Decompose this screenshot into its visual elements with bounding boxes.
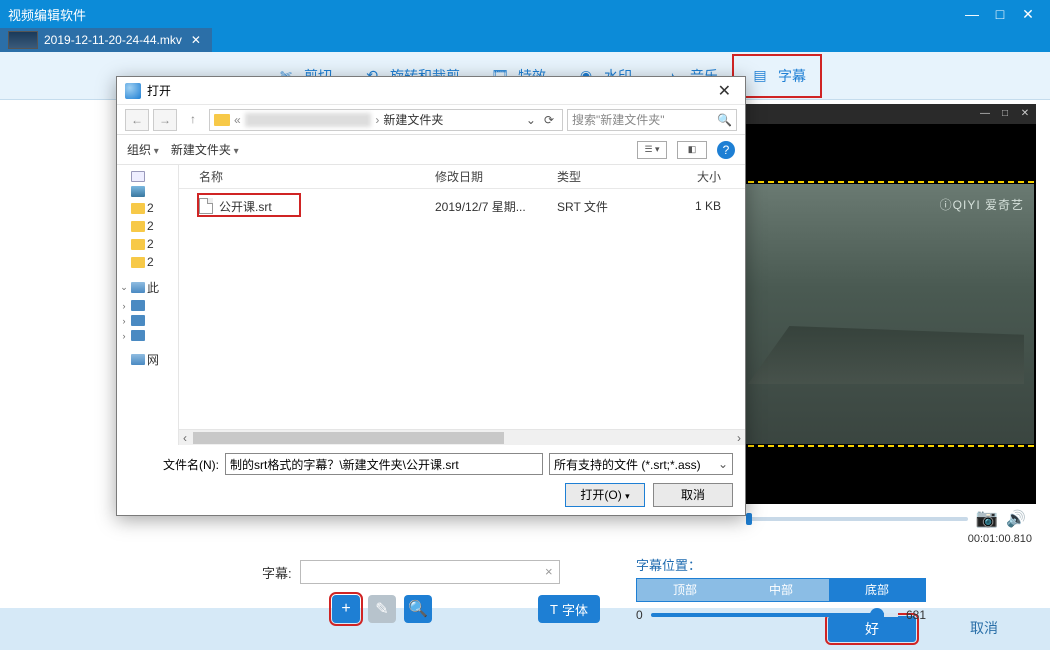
preview-video[interactable]: ⓘQIYI 爱奇艺 xyxy=(736,124,1036,504)
search-input[interactable]: 搜索"新建文件夹" 🔍 xyxy=(567,109,737,131)
cancel-button[interactable]: 取消 xyxy=(940,616,1028,642)
filename-field[interactable] xyxy=(225,453,543,475)
dialog-close-icon[interactable]: ✕ xyxy=(712,81,737,101)
subtitle-buttons: + ✎ 🔍 T字体 xyxy=(332,595,600,623)
position-segment: 顶部 中部 底部 xyxy=(636,578,926,602)
position-panel: 字幕位置： 顶部 中部 底部 0 681 xyxy=(636,555,926,622)
crumb-blurred[interactable]: 2████████ xyxy=(245,113,372,127)
slider-max: 681 xyxy=(906,608,926,622)
dialog-open-button[interactable]: 打开(O) ▾ xyxy=(565,483,645,507)
dialog-toolbar: 组织 新建文件夹 ☰ ▾ ◧ ? xyxy=(117,135,745,165)
list-item[interactable]: 公开课.srt 2019/12/7 星期... SRT 文件 1 KB xyxy=(199,195,745,217)
nav-back-icon[interactable]: ← xyxy=(125,109,149,131)
position-bot[interactable]: 底部 xyxy=(829,579,925,601)
horizontal-scrollbar[interactable]: ‹ › xyxy=(179,429,745,445)
file-tab[interactable]: 2019-12-11-20-24-44.mkv ✕ xyxy=(0,28,212,52)
close-tab-icon[interactable]: ✕ xyxy=(188,33,204,47)
video-watermark: ⓘQIYI 爱奇艺 xyxy=(940,196,1024,213)
dialog-body: 2 2 2 2 ⌄此 › › › 网 名称 修改日期 类型 大小 公开课.srt xyxy=(117,165,745,445)
minimize-button[interactable]: — xyxy=(958,6,986,22)
close-button[interactable]: ✕ xyxy=(1014,6,1042,23)
organize-menu[interactable]: 组织 xyxy=(127,141,159,158)
file-list-area: 名称 修改日期 类型 大小 公开课.srt 2019/12/7 星期... SR… xyxy=(179,165,745,445)
new-folder-button[interactable]: 新建文件夹 xyxy=(171,141,239,158)
filename-label: 文件名(N): xyxy=(129,456,219,473)
slider-min: 0 xyxy=(636,608,643,622)
camera-icon[interactable]: 📷 xyxy=(976,508,998,529)
position-top[interactable]: 顶部 xyxy=(637,579,733,601)
subtitle-input-row: 字幕: × xyxy=(262,560,560,584)
app-title: 视频编辑软件 xyxy=(8,5,86,24)
file-thumb xyxy=(8,31,38,49)
clear-icon[interactable]: × xyxy=(545,564,553,579)
preview-window-controls: — □ ✕ xyxy=(736,104,1036,124)
preview-pane: — □ ✕ ⓘQIYI 爱奇艺 📷 🔊 00:01:00.810 xyxy=(736,104,1036,545)
maximize-button[interactable]: □ xyxy=(986,6,1014,22)
subtitle-input[interactable]: × xyxy=(300,560,560,584)
dialog-nav: ← → ↑ « 2████████ › 新建文件夹 ⌄ ⟳ 搜索"新建文件夹" … xyxy=(117,105,745,135)
add-subtitle-button[interactable]: + xyxy=(332,595,360,623)
crumb-current[interactable]: 新建文件夹 xyxy=(383,111,443,128)
col-size[interactable]: 大小 xyxy=(665,168,721,185)
titlebar: 视频编辑软件 — □ ✕ xyxy=(0,0,1050,28)
col-type[interactable]: 类型 xyxy=(557,168,665,185)
folder-icon xyxy=(214,114,230,126)
nav-up-icon[interactable]: ↑ xyxy=(181,109,205,131)
subtitle-label: 字幕: xyxy=(262,563,292,582)
col-date[interactable]: 修改日期 xyxy=(435,168,557,185)
dialog-footer: 文件名(N): 所有支持的文件 (*.srt;*.ass) 打开(O) ▾ 取消 xyxy=(117,445,745,515)
open-dialog: 打开 ✕ ← → ↑ « 2████████ › 新建文件夹 ⌄ ⟳ 搜索"新建… xyxy=(116,76,746,516)
crop-guide-top xyxy=(738,181,1034,183)
font-button[interactable]: T字体 xyxy=(538,595,600,623)
speaker-icon[interactable]: 🔊 xyxy=(1006,509,1026,529)
position-title: 字幕位置： xyxy=(636,555,926,574)
chevron-down-icon[interactable]: ⌄ xyxy=(526,113,536,127)
file-list[interactable]: 公开课.srt 2019/12/7 星期... SRT 文件 1 KB xyxy=(179,189,745,429)
preview-min-icon[interactable]: — xyxy=(978,107,992,121)
video-frame: ⓘQIYI 爱奇艺 xyxy=(738,184,1034,444)
position-mid[interactable]: 中部 xyxy=(733,579,829,601)
edit-subtitle-button[interactable]: ✎ xyxy=(368,595,396,623)
dialog-cancel-button[interactable]: 取消 xyxy=(653,483,733,507)
nav-forward-icon[interactable]: → xyxy=(153,109,177,131)
position-slider-row: 0 681 xyxy=(636,608,926,622)
time-label: 00:01:00.810 xyxy=(736,533,1036,545)
filetype-filter[interactable]: 所有支持的文件 (*.srt;*.ass) xyxy=(549,453,733,475)
position-slider[interactable] xyxy=(651,613,898,617)
search-icon[interactable]: 🔍 xyxy=(717,113,732,127)
text-icon: T xyxy=(550,602,558,617)
breadcrumb[interactable]: « 2████████ › 新建文件夹 ⌄ ⟳ xyxy=(209,109,563,131)
dialog-titlebar: 打开 ✕ xyxy=(117,77,745,105)
file-tabs: 2019-12-11-20-24-44.mkv ✕ xyxy=(0,28,1050,52)
help-icon[interactable]: ? xyxy=(717,141,735,159)
column-headers: 名称 修改日期 类型 大小 xyxy=(179,165,745,189)
dialog-icon xyxy=(125,83,141,99)
file-icon xyxy=(199,198,213,214)
scene-roof xyxy=(748,326,1024,384)
crop-guide-bottom xyxy=(738,445,1034,447)
seek-track[interactable] xyxy=(746,517,968,521)
refresh-icon[interactable]: ⟳ xyxy=(540,113,558,127)
preview-close-icon[interactable]: ✕ xyxy=(1018,107,1032,121)
col-name[interactable]: 名称 xyxy=(199,168,435,185)
subtitle-icon: ▤ xyxy=(748,64,772,88)
preview-pane-icon[interactable]: ◧ xyxy=(677,141,707,159)
preview-max-icon[interactable]: □ xyxy=(998,107,1012,121)
search-subtitle-button[interactable]: 🔍 xyxy=(404,595,432,623)
folder-tree[interactable]: 2 2 2 2 ⌄此 › › › 网 xyxy=(117,165,179,445)
view-mode-icon[interactable]: ☰ ▾ xyxy=(637,141,667,159)
dialog-title: 打开 xyxy=(147,82,171,99)
timeline: 📷 🔊 xyxy=(736,504,1036,533)
file-name: 2019-12-11-20-24-44.mkv xyxy=(44,33,182,47)
